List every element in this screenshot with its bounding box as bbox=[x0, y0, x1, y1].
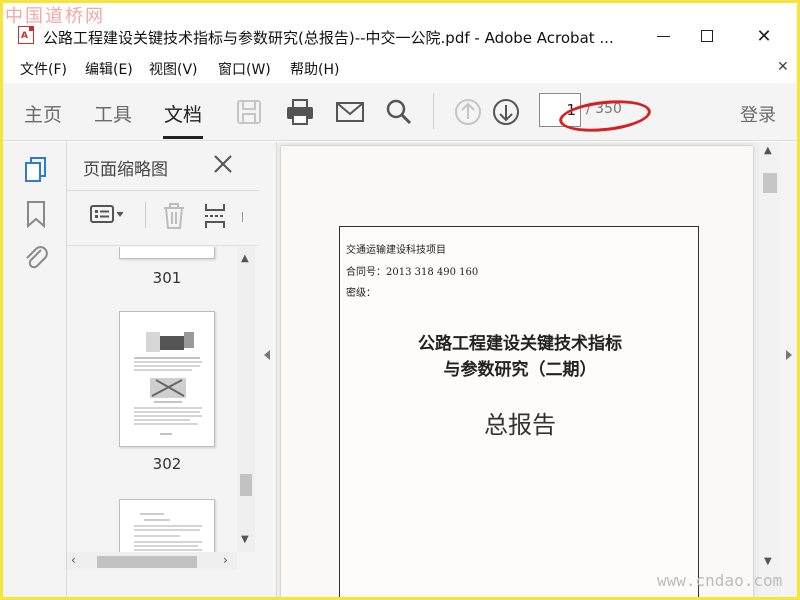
scroll-left-icon[interactable]: ‹ bbox=[71, 553, 76, 567]
thumbnail-302[interactable] bbox=[119, 311, 215, 447]
save-icon[interactable] bbox=[234, 97, 264, 127]
menu-bar: 文件(F) 编辑(E) 视图(V) 窗口(W) 帮助(H) ✕ bbox=[3, 55, 797, 81]
thumbnail-vertical-scrollbar[interactable]: ▲ ▼ bbox=[237, 247, 255, 552]
next-page-icon[interactable] bbox=[491, 97, 521, 127]
scrollbar-thumb[interactable] bbox=[240, 474, 252, 496]
document-subtitle: 总报告 bbox=[484, 411, 556, 439]
extract-pages-icon[interactable] bbox=[203, 202, 227, 230]
thumbnail-301[interactable] bbox=[119, 247, 215, 259]
collapse-arrow-icon[interactable] bbox=[264, 350, 270, 360]
search-icon[interactable] bbox=[384, 97, 414, 127]
panel-toolbar-divider bbox=[145, 202, 146, 228]
thumbnail-page-preview bbox=[134, 332, 202, 435]
prev-page-icon[interactable] bbox=[453, 97, 483, 127]
document-view: 交通运输建设科技项目 合同号：2013 318 490 160 密级： 公路工程… bbox=[277, 142, 759, 597]
window-title: 公路工程建设关键技术指标与参数研究(总报告)--中交一公院.pdf - Adob… bbox=[43, 29, 614, 47]
print-icon[interactable] bbox=[285, 97, 315, 127]
thumbnail-303[interactable] bbox=[119, 499, 215, 552]
acrobat-window: 中国道桥网 A 公路工程建设关键技术指标与参数研究(总报告)--中交一公院.pd… bbox=[3, 3, 797, 597]
menu-edit[interactable]: 编辑(E) bbox=[85, 59, 133, 79]
pdf-icon: A bbox=[18, 26, 34, 44]
minimize-button[interactable] bbox=[652, 25, 674, 47]
bookmark-icon[interactable] bbox=[25, 200, 47, 228]
thumbnail-horizontal-scrollbar[interactable]: ‹ › bbox=[67, 552, 237, 570]
watermark-top: 中国道桥网 bbox=[5, 6, 105, 27]
menu-view[interactable]: 视图(V) bbox=[149, 59, 198, 79]
document-title-line1: 公路工程建设关键技术指标 bbox=[418, 334, 622, 354]
panel-divider bbox=[67, 245, 259, 246]
right-pane-toggle[interactable] bbox=[781, 142, 797, 597]
thumbnail-options-icon[interactable] bbox=[89, 202, 129, 228]
panel-divider bbox=[67, 190, 259, 191]
scroll-up-icon[interactable]: ▲ bbox=[764, 145, 772, 156]
contract-number: 合同号：2013 318 490 160 bbox=[346, 267, 479, 278]
menu-file[interactable]: 文件(F) bbox=[20, 59, 67, 79]
scroll-down-icon[interactable]: ▼ bbox=[764, 556, 772, 567]
scrollbar-thumb[interactable] bbox=[763, 173, 777, 193]
maximize-button[interactable] bbox=[696, 25, 718, 47]
watermark-bottom: www.cndao.com bbox=[657, 571, 783, 590]
menu-window[interactable]: 窗口(W) bbox=[218, 59, 271, 79]
tab-home[interactable]: 主页 bbox=[24, 100, 62, 127]
thumbnail-panel: 页面缩略图 301 302 ▲ ▼ ‹ › bbox=[67, 142, 259, 597]
pdf-page: 交通运输建设科技项目 合同号：2013 318 490 160 密级： 公路工程… bbox=[281, 146, 753, 597]
scroll-up-icon[interactable]: ▲ bbox=[241, 253, 249, 264]
scroll-right-icon[interactable]: › bbox=[223, 553, 228, 567]
attachment-icon[interactable] bbox=[23, 242, 49, 272]
scrollbar-thumb[interactable] bbox=[97, 556, 197, 568]
panel-splitter[interactable] bbox=[259, 142, 277, 597]
delete-icon[interactable] bbox=[161, 202, 187, 230]
title-bar: 中国道桥网 A 公路工程建设关键技术指标与参数研究(总报告)--中交一公院.pd… bbox=[3, 3, 797, 53]
close-document-icon[interactable]: ✕ bbox=[777, 59, 789, 75]
navigation-pane bbox=[3, 142, 67, 597]
email-icon[interactable] bbox=[335, 97, 365, 127]
tab-tools[interactable]: 工具 bbox=[94, 100, 132, 127]
login-link[interactable]: 登录 bbox=[740, 101, 776, 127]
tab-document[interactable]: 文档 bbox=[164, 100, 202, 127]
thumbnail-list: 301 302 bbox=[67, 247, 237, 552]
thumbnail-page-preview bbox=[134, 513, 202, 551]
thumbnail-label: 301 bbox=[152, 269, 182, 287]
more-tools-indicator[interactable] bbox=[242, 212, 246, 222]
document-vertical-scrollbar[interactable]: ▲ ▼ bbox=[759, 142, 781, 597]
active-tab-indicator bbox=[163, 136, 203, 139]
close-panel-icon[interactable] bbox=[211, 152, 235, 176]
thumbnail-label: 302 bbox=[152, 455, 182, 473]
cover-frame: 交通运输建设科技项目 合同号：2013 318 490 160 密级： 公路工程… bbox=[339, 226, 699, 597]
menu-help[interactable]: 帮助(H) bbox=[290, 59, 339, 79]
project-type: 交通运输建设科技项目 bbox=[346, 245, 446, 256]
page-thumbnails-icon[interactable] bbox=[23, 156, 49, 184]
expand-arrow-icon[interactable] bbox=[786, 350, 792, 360]
main-toolbar: 主页 工具 文档 1 / 350 登录 bbox=[3, 83, 797, 141]
panel-title: 页面缩略图 bbox=[83, 160, 168, 180]
toolbar-divider bbox=[433, 93, 434, 129]
document-title-line2: 与参数研究（二期） bbox=[443, 360, 597, 380]
security-level: 密级： bbox=[346, 288, 376, 299]
scroll-down-icon[interactable]: ▼ bbox=[241, 534, 249, 545]
close-window-button[interactable]: ✕ bbox=[753, 25, 775, 47]
